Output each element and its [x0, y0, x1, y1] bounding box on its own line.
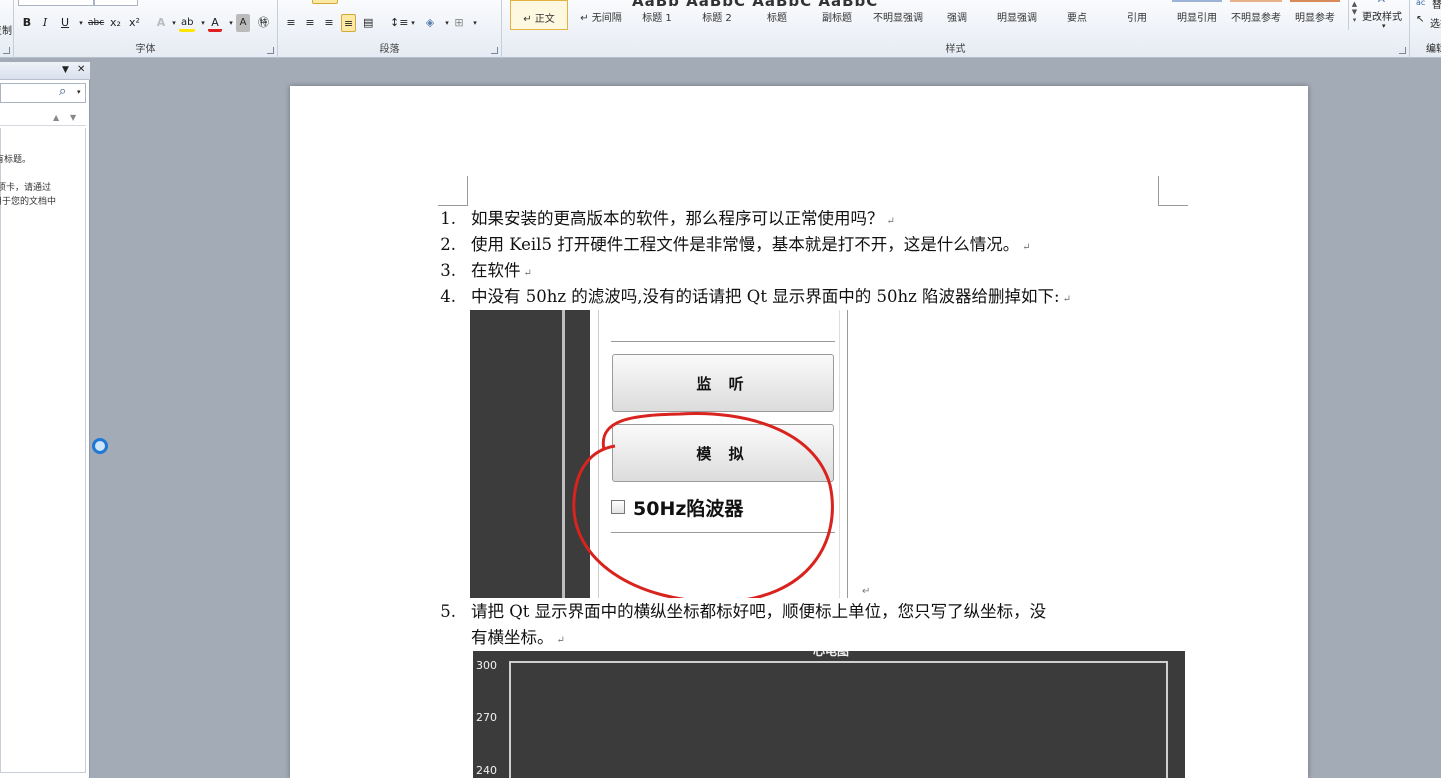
styles-gallery: AaBb AaBbC AaBbC AaBbC ↵ 正文 ↵ 无间隔 标题 1 标… [510, 0, 1346, 30]
style-item-no-spacing[interactable]: ↵ 无间隔 [572, 0, 630, 30]
list-indicator[interactable] [312, 0, 338, 4]
replace-label[interactable]: 替换 [1432, 0, 1441, 11]
borders-icon[interactable]: ⊞ [452, 14, 466, 32]
style-item-subtle-reference[interactable]: 不明显参考 [1226, 0, 1286, 30]
embedded-screenshot-ecg-plot[interactable]: 心电图 300 270 240 [473, 651, 1185, 778]
enclose-char-button[interactable]: ㊕ [256, 14, 271, 32]
plot-frame [509, 661, 1168, 778]
navigation-pane-header: ▼ ✕ [0, 62, 90, 80]
style-item-title[interactable]: 标题 [748, 0, 806, 30]
copy-label[interactable]: 复制 [0, 22, 12, 37]
ribbon: 复制 B I U ▾ abc x₂ x² A ▾ ab ▾ A ▾ A ㊕ 字体… [0, 0, 1441, 58]
change-styles-dropdown-icon: ▾ [1382, 22, 1386, 30]
styles-dialog-launcher[interactable] [1399, 47, 1406, 54]
plot-title: 心电图 [813, 651, 850, 658]
nav-help-line-4: 将标题样式应用于您的文档中 [0, 197, 57, 207]
y-tick-240: 240 [476, 764, 497, 777]
clipboard-dialog-launcher[interactable] [3, 47, 10, 54]
gallery-up-icon[interactable]: ▲ [1349, 0, 1360, 8]
change-styles-button[interactable]: A 更改样式 ▾ [1362, 0, 1408, 40]
style-item-normal[interactable]: ↵ 正文 [510, 0, 568, 30]
paragraph-group-label: 段落 [379, 44, 400, 55]
search-icon[interactable]: ⌕ [59, 84, 66, 99]
font-group-label: 字体 [135, 44, 156, 55]
justify-icon[interactable]: ≡ [341, 14, 357, 32]
picture-paragraph-mark: ↵ [862, 586, 871, 597]
bold-button[interactable]: B [20, 14, 34, 32]
list-item-5[interactable]: 5. 请把 Qt 显示界面中的横纵坐标都标好吧，顺便标上单位，您只写了纵坐标，没… [440, 599, 1200, 651]
embedded-screenshot-qt-panel[interactable]: 监 听 模 拟 50Hz陷波器 [470, 310, 860, 598]
y-tick-300: 300 [476, 659, 497, 672]
nav-search-input[interactable]: ⌕ ▾ [0, 83, 86, 103]
style-item-subtitle[interactable]: 副标题 [808, 0, 866, 30]
style-item-strong[interactable]: 要点 [1048, 0, 1106, 30]
nav-help-line-3: 若要使用此选项卡，请通过 [0, 183, 52, 193]
change-styles-label: 更改样式 [1362, 12, 1402, 23]
document-page[interactable]: 1. 如果安装的更高版本的软件，那么程序可以正常使用吗？ ↵ 2. 使用 Keil… [290, 86, 1308, 778]
list-item-2[interactable]: 2. 使用 Keil5 打开硬件工程文件是非常慢，基本就是打不开，这是什么情况。… [440, 232, 1200, 258]
char-shading-button[interactable]: A [236, 14, 250, 32]
gallery-scroll[interactable]: ▲ ▼ ▾ [1348, 0, 1360, 30]
borders-dropdown-icon[interactable]: ▾ [468, 14, 482, 32]
align-left-icon[interactable]: ≡ [284, 14, 298, 32]
font-color-button[interactable]: A [208, 14, 222, 32]
clipboard-group: 复制 [0, 0, 14, 58]
strikethrough-button[interactable]: abc [86, 14, 106, 32]
font-name-box[interactable] [18, 0, 94, 6]
paragraph-group: ≡ ≡ ≡ ≡ ▤ ↕≡ ▾ ◈ ▾ ⊞ ▾ 段落 [278, 0, 502, 58]
style-item-heading1[interactable]: 标题 1 [628, 0, 686, 30]
gallery-more-icon[interactable]: ▾ [1349, 16, 1360, 24]
distributed-icon[interactable]: ▤ [361, 14, 375, 32]
font-size-box[interactable] [94, 0, 138, 6]
italic-button[interactable]: I [38, 14, 52, 32]
pane-close-icon[interactable]: ✕ [77, 64, 85, 75]
align-center-icon[interactable]: ≡ [303, 14, 317, 32]
list-item-3[interactable]: 3. 在软件 ↵ [440, 258, 1200, 284]
style-item-emphasis[interactable]: 强调 [928, 0, 986, 30]
replace-icon[interactable]: ac [1416, 0, 1425, 7]
y-tick-270: 270 [476, 711, 497, 724]
next-heading-icon[interactable]: ▼ [70, 113, 76, 122]
align-right-icon[interactable]: ≡ [322, 14, 336, 32]
nav-arrows: ▲ ▼ [0, 110, 86, 126]
style-item-quote[interactable]: 引用 [1108, 0, 1166, 30]
font-group: B I U ▾ abc x₂ x² A ▾ ab ▾ A ▾ A ㊕ 字体 [14, 0, 278, 58]
style-item-heading2[interactable]: 标题 2 [688, 0, 746, 30]
superscript-button[interactable]: x² [127, 14, 142, 32]
list-item-1[interactable]: 1. 如果安装的更高版本的软件，那么程序可以正常使用吗？ ↵ [440, 206, 1200, 232]
select-label[interactable]: 选择 [1430, 15, 1441, 30]
style-item-intense-reference[interactable]: 明显参考 [1286, 0, 1344, 30]
gallery-down-icon[interactable]: ▼ [1349, 8, 1360, 16]
text-effects-button[interactable]: A [154, 14, 168, 32]
prev-heading-icon[interactable]: ▲ [53, 113, 59, 122]
style-item-intense-quote[interactable]: 明显引用 [1168, 0, 1226, 30]
paragraph-dialog-launcher[interactable] [491, 47, 498, 54]
red-annotation-circle [572, 412, 834, 598]
select-icon[interactable]: ↖ [1416, 14, 1424, 25]
style-item-subtle-emphasis[interactable]: 不明显强调 [868, 0, 928, 30]
search-dropdown-icon[interactable]: ▾ [77, 88, 81, 96]
pane-menu-icon[interactable]: ▼ [62, 65, 69, 75]
list-item-4[interactable]: 4. 中没有 50hz 的滤波吗,没有的话请把 Qt 显示界面中的 50hz 陷… [440, 284, 1200, 310]
font-dialog-launcher[interactable] [267, 47, 274, 54]
line-spacing-dropdown-icon[interactable]: ▾ [406, 14, 420, 32]
shading-icon[interactable]: ◈ [423, 14, 437, 32]
highlight-button[interactable]: ab [179, 14, 196, 32]
nav-results: 您的文档中没有标题。 若要使用此选项卡，请通过 将标题样式应用于您的文档中 [0, 128, 86, 773]
nav-help-line-1: 您的文档中没有标题。 [0, 155, 32, 165]
margin-corner-top-left [438, 176, 468, 206]
style-item-intense-emphasis[interactable]: 明显强调 [988, 0, 1046, 30]
busy-cursor-icon [92, 438, 108, 454]
margin-corner-top-right [1158, 176, 1188, 206]
underline-button[interactable]: U [58, 14, 72, 32]
subscript-button[interactable]: x₂ [108, 14, 123, 32]
styles-group-label: 样式 [945, 44, 966, 55]
change-styles-icon: A [1378, 0, 1385, 5]
editing-group-label: 编辑 [1426, 44, 1441, 55]
editing-group: ac 替换 ↖ 选择 编辑 [1410, 0, 1441, 58]
navigation-pane: ▼ ✕ ⌕ ▾ ▲ ▼ 您的文档中没有标题。 若要使用此选项卡，请通过 将标题样… [0, 62, 90, 778]
